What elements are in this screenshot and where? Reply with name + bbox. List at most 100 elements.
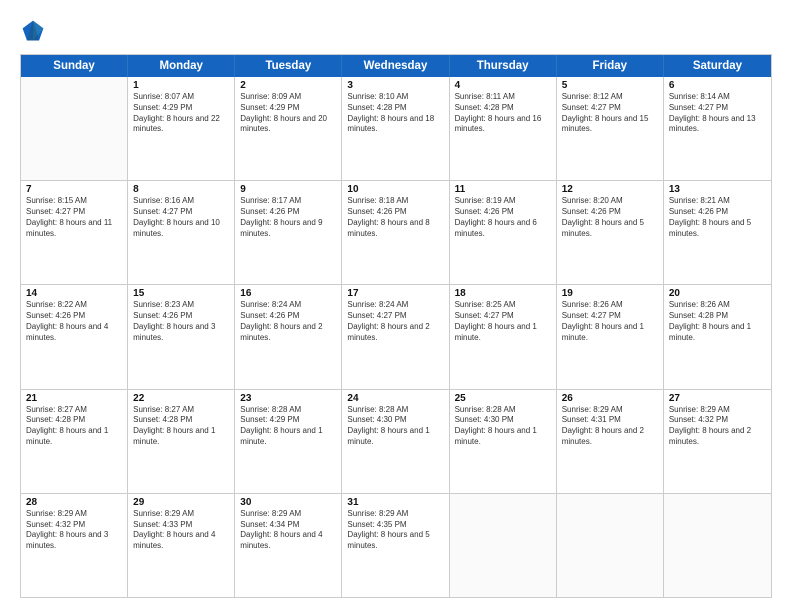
cell-sun-info: Sunrise: 8:28 AMSunset: 4:30 PMDaylight:…: [455, 405, 551, 448]
cell-day-number: 3: [347, 80, 443, 91]
cell-sun-info: Sunrise: 8:29 AMSunset: 4:35 PMDaylight:…: [347, 509, 443, 552]
cell-day-number: 6: [669, 80, 766, 91]
header-day-friday: Friday: [557, 55, 664, 77]
cell-sun-info: Sunrise: 8:22 AMSunset: 4:26 PMDaylight:…: [26, 300, 122, 343]
cell-sun-info: Sunrise: 8:16 AMSunset: 4:27 PMDaylight:…: [133, 196, 229, 239]
cell-sun-info: Sunrise: 8:29 AMSunset: 4:32 PMDaylight:…: [26, 509, 122, 552]
calendar-header-row: SundayMondayTuesdayWednesdayThursdayFrid…: [21, 55, 771, 77]
cell-sun-info: Sunrise: 8:24 AMSunset: 4:27 PMDaylight:…: [347, 300, 443, 343]
header-day-tuesday: Tuesday: [235, 55, 342, 77]
calendar-cell: [450, 494, 557, 597]
cell-day-number: 18: [455, 288, 551, 299]
cell-day-number: 23: [240, 393, 336, 404]
cell-day-number: 13: [669, 184, 766, 195]
cell-sun-info: Sunrise: 8:24 AMSunset: 4:26 PMDaylight:…: [240, 300, 336, 343]
calendar-week-1: 7Sunrise: 8:15 AMSunset: 4:27 PMDaylight…: [21, 181, 771, 285]
cell-day-number: 19: [562, 288, 658, 299]
cell-sun-info: Sunrise: 8:14 AMSunset: 4:27 PMDaylight:…: [669, 92, 766, 135]
calendar-cell: 11Sunrise: 8:19 AMSunset: 4:26 PMDayligh…: [450, 181, 557, 284]
cell-day-number: 9: [240, 184, 336, 195]
cell-sun-info: Sunrise: 8:27 AMSunset: 4:28 PMDaylight:…: [133, 405, 229, 448]
calendar-cell: 20Sunrise: 8:26 AMSunset: 4:28 PMDayligh…: [664, 285, 771, 388]
cell-sun-info: Sunrise: 8:29 AMSunset: 4:34 PMDaylight:…: [240, 509, 336, 552]
cell-day-number: 17: [347, 288, 443, 299]
calendar-cell: 26Sunrise: 8:29 AMSunset: 4:31 PMDayligh…: [557, 390, 664, 493]
calendar-cell: 18Sunrise: 8:25 AMSunset: 4:27 PMDayligh…: [450, 285, 557, 388]
header-day-wednesday: Wednesday: [342, 55, 449, 77]
cell-sun-info: Sunrise: 8:11 AMSunset: 4:28 PMDaylight:…: [455, 92, 551, 135]
calendar-cell: 14Sunrise: 8:22 AMSunset: 4:26 PMDayligh…: [21, 285, 128, 388]
cell-day-number: 29: [133, 497, 229, 508]
cell-day-number: 10: [347, 184, 443, 195]
cell-day-number: 2: [240, 80, 336, 91]
calendar-cell: 4Sunrise: 8:11 AMSunset: 4:28 PMDaylight…: [450, 77, 557, 180]
calendar-cell: 30Sunrise: 8:29 AMSunset: 4:34 PMDayligh…: [235, 494, 342, 597]
calendar-cell: 25Sunrise: 8:28 AMSunset: 4:30 PMDayligh…: [450, 390, 557, 493]
calendar-cell: 17Sunrise: 8:24 AMSunset: 4:27 PMDayligh…: [342, 285, 449, 388]
cell-sun-info: Sunrise: 8:07 AMSunset: 4:29 PMDaylight:…: [133, 92, 229, 135]
cell-day-number: 21: [26, 393, 122, 404]
cell-day-number: 16: [240, 288, 336, 299]
cell-day-number: 31: [347, 497, 443, 508]
calendar-cell: 27Sunrise: 8:29 AMSunset: 4:32 PMDayligh…: [664, 390, 771, 493]
cell-day-number: 12: [562, 184, 658, 195]
calendar-cell: [557, 494, 664, 597]
cell-sun-info: Sunrise: 8:18 AMSunset: 4:26 PMDaylight:…: [347, 196, 443, 239]
calendar-body: 1Sunrise: 8:07 AMSunset: 4:29 PMDaylight…: [21, 77, 771, 597]
cell-sun-info: Sunrise: 8:21 AMSunset: 4:26 PMDaylight:…: [669, 196, 766, 239]
calendar-cell: [21, 77, 128, 180]
calendar-cell: 3Sunrise: 8:10 AMSunset: 4:28 PMDaylight…: [342, 77, 449, 180]
cell-day-number: 14: [26, 288, 122, 299]
calendar-cell: 5Sunrise: 8:12 AMSunset: 4:27 PMDaylight…: [557, 77, 664, 180]
cell-day-number: 22: [133, 393, 229, 404]
calendar-cell: 7Sunrise: 8:15 AMSunset: 4:27 PMDaylight…: [21, 181, 128, 284]
cell-day-number: 30: [240, 497, 336, 508]
cell-sun-info: Sunrise: 8:28 AMSunset: 4:29 PMDaylight:…: [240, 405, 336, 448]
calendar-cell: 29Sunrise: 8:29 AMSunset: 4:33 PMDayligh…: [128, 494, 235, 597]
calendar: SundayMondayTuesdayWednesdayThursdayFrid…: [20, 54, 772, 598]
cell-sun-info: Sunrise: 8:29 AMSunset: 4:33 PMDaylight:…: [133, 509, 229, 552]
header-day-thursday: Thursday: [450, 55, 557, 77]
cell-sun-info: Sunrise: 8:27 AMSunset: 4:28 PMDaylight:…: [26, 405, 122, 448]
calendar-cell: 31Sunrise: 8:29 AMSunset: 4:35 PMDayligh…: [342, 494, 449, 597]
cell-sun-info: Sunrise: 8:15 AMSunset: 4:27 PMDaylight:…: [26, 196, 122, 239]
calendar-cell: 12Sunrise: 8:20 AMSunset: 4:26 PMDayligh…: [557, 181, 664, 284]
cell-day-number: 7: [26, 184, 122, 195]
calendar-week-3: 21Sunrise: 8:27 AMSunset: 4:28 PMDayligh…: [21, 390, 771, 494]
cell-day-number: 27: [669, 393, 766, 404]
cell-sun-info: Sunrise: 8:28 AMSunset: 4:30 PMDaylight:…: [347, 405, 443, 448]
calendar-cell: 24Sunrise: 8:28 AMSunset: 4:30 PMDayligh…: [342, 390, 449, 493]
calendar-cell: 1Sunrise: 8:07 AMSunset: 4:29 PMDaylight…: [128, 77, 235, 180]
cell-day-number: 11: [455, 184, 551, 195]
calendar-cell: 6Sunrise: 8:14 AMSunset: 4:27 PMDaylight…: [664, 77, 771, 180]
cell-day-number: 28: [26, 497, 122, 508]
cell-sun-info: Sunrise: 8:26 AMSunset: 4:27 PMDaylight:…: [562, 300, 658, 343]
calendar-cell: [664, 494, 771, 597]
header: [20, 18, 772, 44]
calendar-cell: 19Sunrise: 8:26 AMSunset: 4:27 PMDayligh…: [557, 285, 664, 388]
cell-sun-info: Sunrise: 8:19 AMSunset: 4:26 PMDaylight:…: [455, 196, 551, 239]
cell-day-number: 20: [669, 288, 766, 299]
calendar-cell: 13Sunrise: 8:21 AMSunset: 4:26 PMDayligh…: [664, 181, 771, 284]
cell-sun-info: Sunrise: 8:20 AMSunset: 4:26 PMDaylight:…: [562, 196, 658, 239]
calendar-cell: 22Sunrise: 8:27 AMSunset: 4:28 PMDayligh…: [128, 390, 235, 493]
cell-day-number: 4: [455, 80, 551, 91]
cell-sun-info: Sunrise: 8:10 AMSunset: 4:28 PMDaylight:…: [347, 92, 443, 135]
cell-sun-info: Sunrise: 8:17 AMSunset: 4:26 PMDaylight:…: [240, 196, 336, 239]
calendar-cell: 16Sunrise: 8:24 AMSunset: 4:26 PMDayligh…: [235, 285, 342, 388]
cell-sun-info: Sunrise: 8:23 AMSunset: 4:26 PMDaylight:…: [133, 300, 229, 343]
calendar-cell: 10Sunrise: 8:18 AMSunset: 4:26 PMDayligh…: [342, 181, 449, 284]
calendar-cell: 28Sunrise: 8:29 AMSunset: 4:32 PMDayligh…: [21, 494, 128, 597]
cell-sun-info: Sunrise: 8:12 AMSunset: 4:27 PMDaylight:…: [562, 92, 658, 135]
cell-sun-info: Sunrise: 8:26 AMSunset: 4:28 PMDaylight:…: [669, 300, 766, 343]
cell-day-number: 5: [562, 80, 658, 91]
cell-sun-info: Sunrise: 8:25 AMSunset: 4:27 PMDaylight:…: [455, 300, 551, 343]
calendar-cell: 9Sunrise: 8:17 AMSunset: 4:26 PMDaylight…: [235, 181, 342, 284]
cell-sun-info: Sunrise: 8:09 AMSunset: 4:29 PMDaylight:…: [240, 92, 336, 135]
cell-day-number: 26: [562, 393, 658, 404]
calendar-week-2: 14Sunrise: 8:22 AMSunset: 4:26 PMDayligh…: [21, 285, 771, 389]
header-day-saturday: Saturday: [664, 55, 771, 77]
cell-day-number: 24: [347, 393, 443, 404]
header-day-monday: Monday: [128, 55, 235, 77]
calendar-cell: 15Sunrise: 8:23 AMSunset: 4:26 PMDayligh…: [128, 285, 235, 388]
